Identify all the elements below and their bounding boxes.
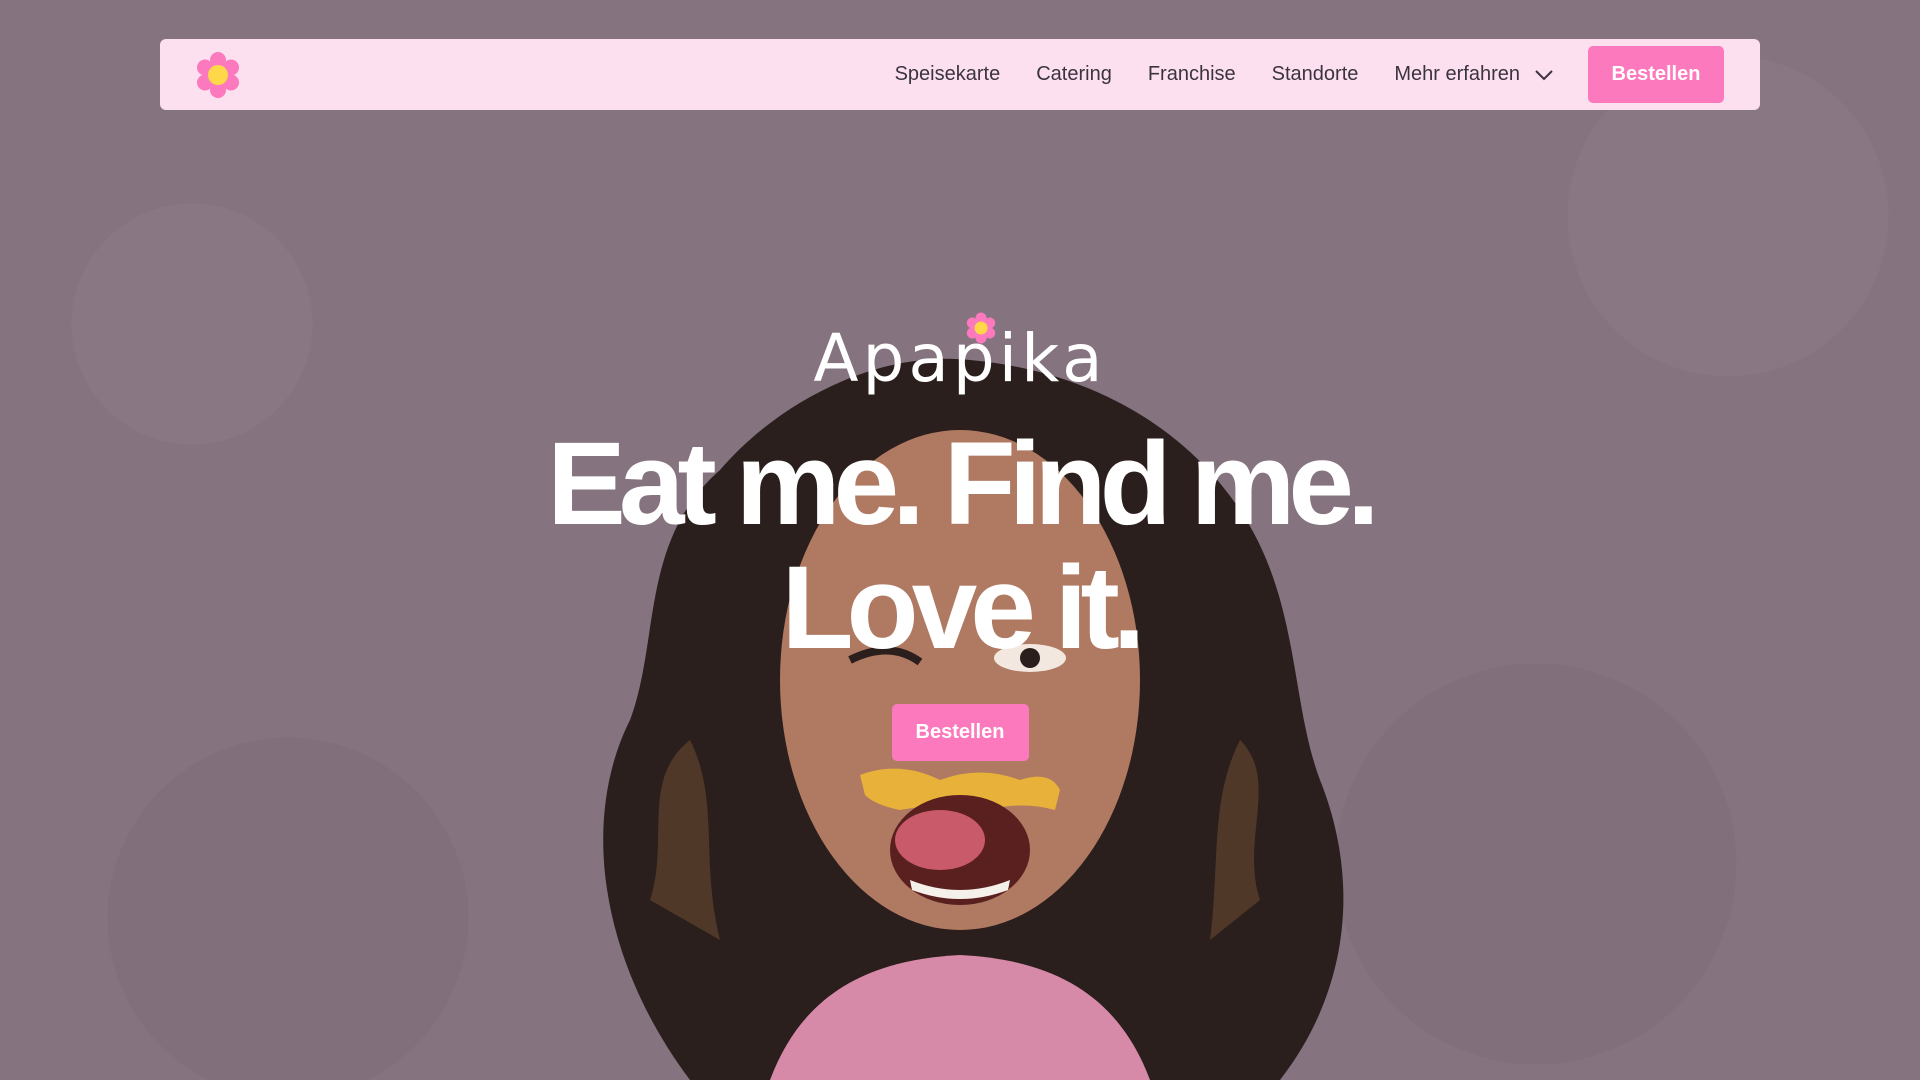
brand-flower-icon <box>967 312 996 344</box>
page: Speisekarte Catering Franchise Standorte… <box>0 0 1920 1080</box>
flower-icon[interactable] <box>194 51 242 99</box>
hero-section: Apapika Eat me. Find me. Love it. Bestel… <box>0 312 1920 761</box>
nav-link-standorte[interactable]: Standorte <box>1272 63 1359 86</box>
chevron-down-icon <box>1535 69 1553 80</box>
nav-dropdown-label: Mehr erfahren <box>1394 63 1520 85</box>
nav-link-franchise[interactable]: Franchise <box>1148 63 1236 86</box>
order-button-hero[interactable]: Bestellen <box>891 704 1029 761</box>
hero-headline: Eat me. Find me. Love it. <box>0 422 1920 670</box>
nav-links: Speisekarte Catering Franchise Standorte… <box>895 46 1724 103</box>
navbar: Speisekarte Catering Franchise Standorte… <box>160 39 1760 110</box>
order-button-nav[interactable]: Bestellen <box>1588 46 1724 103</box>
brand-logo: Apapika <box>813 312 1107 410</box>
brand-name: Apapika <box>813 320 1107 397</box>
nav-link-catering[interactable]: Catering <box>1036 63 1112 86</box>
nav-link-speisekarte[interactable]: Speisekarte <box>895 63 1001 86</box>
headline-line-2: Love it. <box>781 542 1145 674</box>
nav-dropdown-mehr-erfahren[interactable]: Mehr erfahren <box>1394 63 1554 86</box>
headline-line-1: Eat me. Find me. <box>547 418 1380 550</box>
tongue-shape <box>895 810 985 870</box>
